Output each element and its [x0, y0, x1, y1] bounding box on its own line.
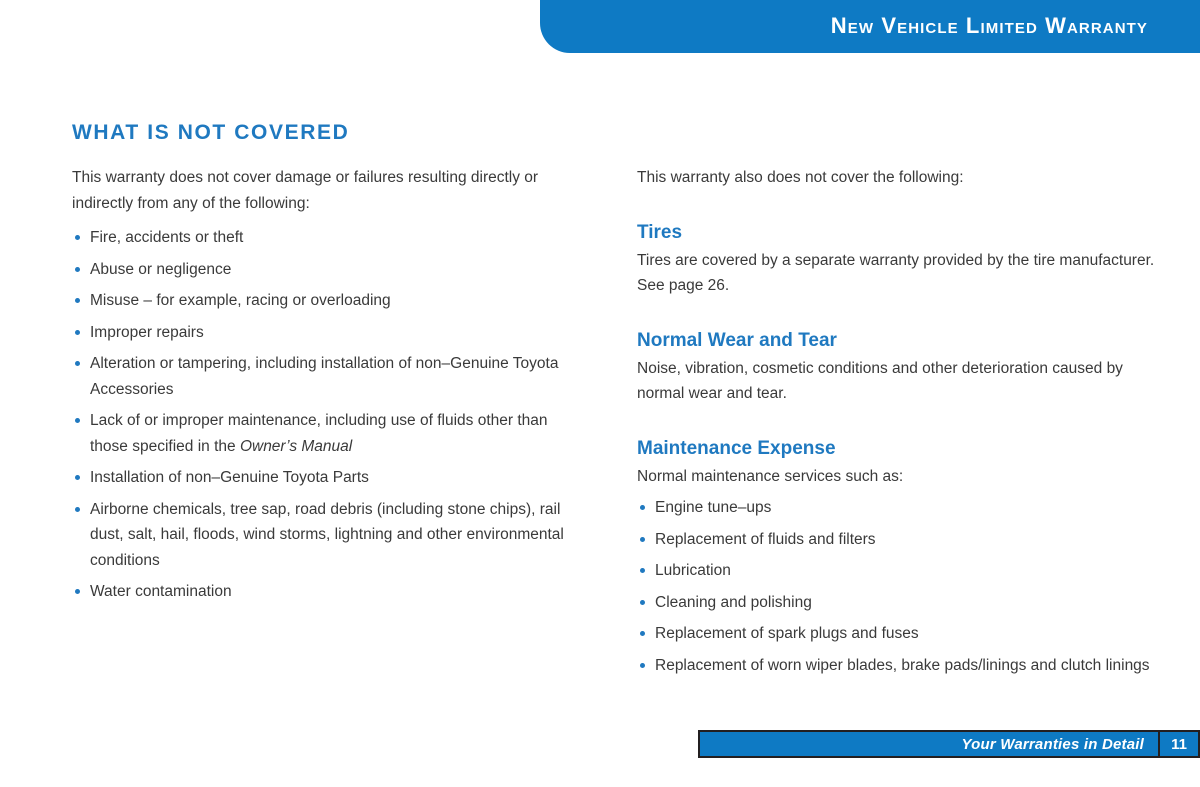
right-column: This warranty also does not cover the fo… — [637, 165, 1157, 684]
footer-bar: Your Warranties in Detail 11 — [698, 730, 1200, 758]
right-column-intro: This warranty also does not cover the fo… — [637, 169, 964, 186]
header-title: New Vehicle Limited Warranty — [830, 13, 1148, 38]
section-maintenance-expense: Maintenance Expense Normal maintenance s… — [637, 437, 1157, 679]
list-item: Cleaning and polishing — [637, 590, 1157, 616]
subheading-tires: Tires — [637, 221, 683, 243]
list-item: Replacement of spark plugs and fuses — [637, 621, 1157, 647]
maintenance-list: Engine tune–ups Replacement of fluids an… — [637, 495, 1157, 678]
subheading-normal-wear-and-tear: Normal Wear and Tear — [637, 329, 837, 351]
list-item: Lubrication — [637, 558, 1157, 584]
section-tires: Tires Tires are covered by a separate wa… — [637, 221, 1157, 299]
list-item-owners-manual: Lack of or improper maintenance, includi… — [72, 408, 564, 459]
not-covered-list: Fire, accidents or theft Abuse or neglig… — [72, 225, 564, 605]
section-normal-wear-and-tear: Normal Wear and Tear Noise, vibration, c… — [637, 329, 1157, 407]
owners-manual-italic: Owner’s Manual — [239, 437, 353, 455]
list-item: Replacement of fluids and filters — [637, 527, 1157, 553]
left-column: This warranty does not cover damage or f… — [72, 165, 564, 611]
header-banner: New Vehicle Limited Warranty — [540, 0, 1200, 53]
maintenance-body: Normal maintenance services such as: — [637, 467, 904, 485]
list-item: Engine tune–ups — [637, 495, 1157, 521]
footer-section-label: Your Warranties in Detail — [961, 735, 1144, 753]
list-item: Water contamination — [72, 579, 564, 605]
left-column-intro: This warranty does not cover damage or f… — [72, 169, 539, 212]
list-item: Misuse – for example, racing or overload… — [72, 288, 564, 314]
page-number: 11 — [1158, 732, 1198, 756]
normal-wear-body: Noise, vibration, cosmetic conditions an… — [637, 359, 1123, 403]
list-item: Replacement of worn wiper blades, brake … — [637, 653, 1157, 679]
list-item: Alteration or tampering, including insta… — [72, 351, 564, 402]
tires-body: Tires are covered by a separate warranty… — [637, 251, 1155, 295]
list-item: Airborne chemicals, tree sap, road debri… — [72, 497, 564, 574]
subheading-maintenance-expense: Maintenance Expense — [637, 437, 836, 459]
page-title: WHAT IS NOT COVERED — [72, 121, 350, 145]
list-item: Abuse or negligence — [72, 257, 564, 283]
list-item: Installation of non–Genuine Toyota Parts — [72, 465, 564, 491]
list-item: Improper repairs — [72, 320, 564, 346]
document-page: New Vehicle Limited Warranty WHAT IS NOT… — [0, 0, 1200, 787]
list-item: Fire, accidents or theft — [72, 225, 564, 251]
